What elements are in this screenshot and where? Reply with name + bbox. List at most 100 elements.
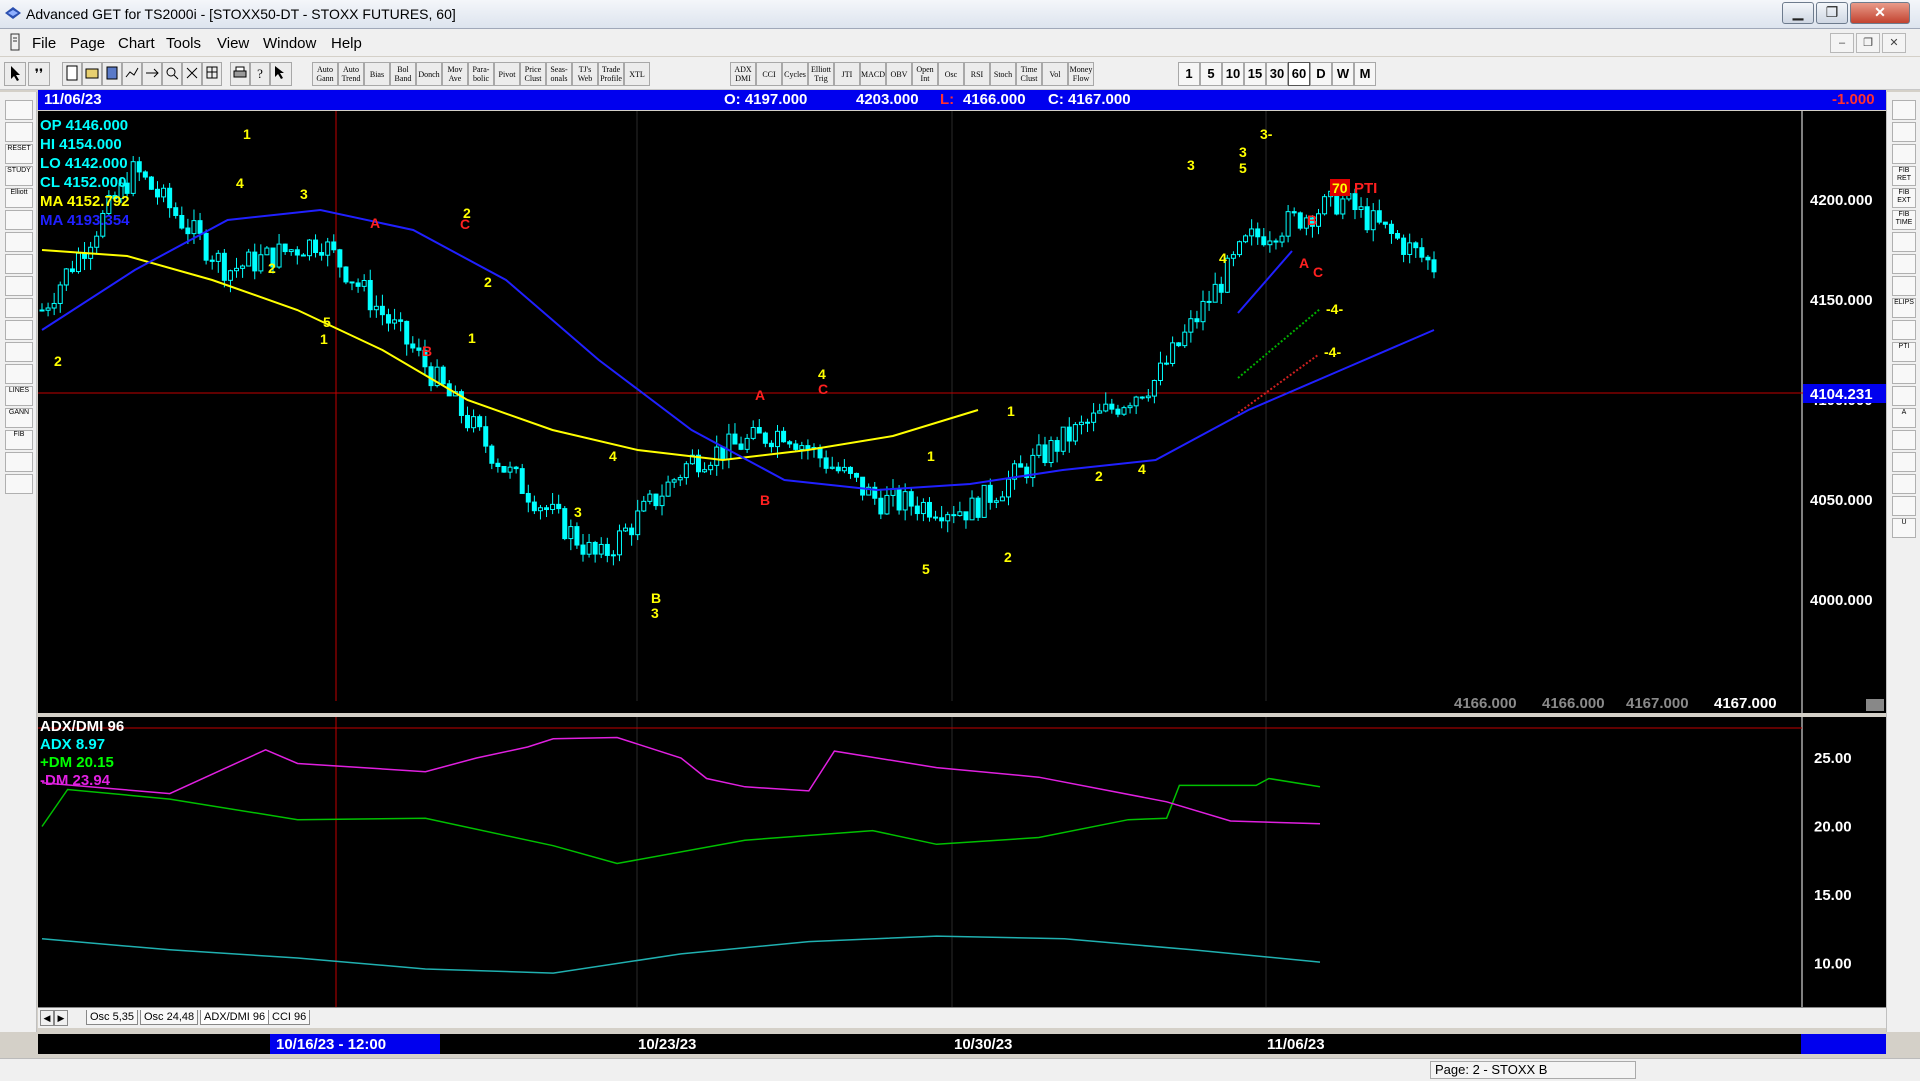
indicator-button-money-flow[interactable]: Money Flow <box>1068 62 1094 86</box>
indicator-button-stoch[interactable]: Stoch <box>990 62 1016 86</box>
study-button-pivot[interactable]: Pivot <box>494 62 520 86</box>
right-tool-8-icon[interactable] <box>1892 276 1916 296</box>
study-button-auto-gann[interactable]: Auto Gann <box>312 62 338 86</box>
delete-icon[interactable] <box>182 62 202 86</box>
chart-icon[interactable] <box>122 62 142 86</box>
right-tool-17-icon[interactable] <box>1892 474 1916 494</box>
tab-scroll-right[interactable]: ▶ <box>54 1010 68 1026</box>
right-tool-10-icon[interactable] <box>1892 320 1916 340</box>
context-help-icon[interactable] <box>270 62 292 86</box>
new-icon[interactable] <box>62 62 82 86</box>
indicator-button-jti[interactable]: JTI <box>834 62 860 86</box>
timeframe-button-1[interactable]: 1 <box>1178 62 1200 86</box>
print-icon[interactable] <box>230 62 250 86</box>
left-tool-14-icon[interactable]: GANN <box>5 408 33 428</box>
left-tool-13-icon[interactable]: LINES <box>5 386 33 406</box>
menu-tools[interactable]: Tools <box>166 35 201 52</box>
close-button[interactable]: ✕ <box>1850 2 1910 24</box>
menu-page[interactable]: Page <box>70 35 105 52</box>
right-tool-19-icon[interactable]: U <box>1892 518 1916 538</box>
right-tool-16-icon[interactable] <box>1892 452 1916 472</box>
right-tool-18-icon[interactable] <box>1892 496 1916 516</box>
indicator-button-vol[interactable]: Vol <box>1042 62 1068 86</box>
timeframe-button-m[interactable]: M <box>1354 62 1376 86</box>
left-tool-11-icon[interactable] <box>5 342 33 362</box>
study-button-bol-band[interactable]: Bol Band <box>390 62 416 86</box>
left-tool-16-icon[interactable] <box>5 452 33 472</box>
open-icon[interactable] <box>82 62 102 86</box>
right-tool-9-icon[interactable]: ELIPS <box>1892 298 1916 318</box>
timeframe-button-30[interactable]: 30 <box>1266 62 1288 86</box>
study-button-tj-s-web[interactable]: TJ's Web <box>572 62 598 86</box>
price-chart[interactable]: 2143251A C2B2143B3AB4C1251234533-BAC-4--4… <box>38 111 1886 713</box>
right-tool-7-icon[interactable] <box>1892 254 1916 274</box>
tab-osc-5-35[interactable]: Osc 5,35 <box>86 1010 139 1025</box>
right-tool-3-icon[interactable]: FIB RET <box>1892 166 1916 186</box>
timeframe-button-w[interactable]: W <box>1332 62 1354 86</box>
timeframe-button-d[interactable]: D <box>1310 62 1332 86</box>
right-tool-13-icon[interactable] <box>1892 386 1916 406</box>
tab-scroll-left[interactable]: ◀ <box>40 1010 54 1026</box>
right-tool-6-icon[interactable] <box>1892 232 1916 252</box>
right-tool-5-icon[interactable]: FIB TIME <box>1892 210 1916 230</box>
left-tool-12-icon[interactable] <box>5 364 33 384</box>
left-tool-10-icon[interactable] <box>5 320 33 340</box>
mdi-minimize-button[interactable]: – <box>1830 33 1854 53</box>
indicator-button-macd[interactable]: MACD <box>860 62 886 86</box>
indicator-button-time-clust[interactable]: Time Clust <box>1016 62 1042 86</box>
timeframe-button-5[interactable]: 5 <box>1200 62 1222 86</box>
right-tool-14-icon[interactable]: A <box>1892 408 1916 428</box>
indicator-button-open-int[interactable]: Open Int <box>912 62 938 86</box>
menu-chart[interactable]: Chart <box>118 35 155 52</box>
study-button-price-clust[interactable]: Price Clust <box>520 62 546 86</box>
indicator-button-cycles[interactable]: Cycles <box>782 62 808 86</box>
mdi-close-button[interactable]: ✕ <box>1882 33 1906 53</box>
menu-file[interactable]: File <box>32 35 56 52</box>
scroll-icon[interactable] <box>142 62 162 86</box>
study-button-trade-profile[interactable]: Trade Profile <box>598 62 624 86</box>
indicator-button-rsi[interactable]: RSI <box>964 62 990 86</box>
left-tool-4-icon[interactable]: Elliott <box>5 188 33 208</box>
left-tool-9-icon[interactable] <box>5 298 33 318</box>
zoom-icon[interactable] <box>162 62 182 86</box>
menu-window[interactable]: Window <box>263 35 316 52</box>
right-tool-4-icon[interactable]: FIB EXT <box>1892 188 1916 208</box>
study-button-donch[interactable]: Donch <box>416 62 442 86</box>
right-tool-15-icon[interactable] <box>1892 430 1916 450</box>
timeframe-button-15[interactable]: 15 <box>1244 62 1266 86</box>
study-button-seas-onals[interactable]: Seas-onals <box>546 62 572 86</box>
left-tool-15-icon[interactable]: FIB <box>5 430 33 450</box>
quote-tool-icon[interactable]: ❜❜ <box>28 62 50 86</box>
save-icon[interactable] <box>102 62 122 86</box>
tab-osc-24-48[interactable]: Osc 24,48 <box>140 1010 199 1025</box>
left-tool-17-icon[interactable] <box>5 474 33 494</box>
indicator-button-adx-dmi[interactable]: ADX DMI <box>730 62 756 86</box>
indicator-button-elliott-trig[interactable]: Elliott Trig <box>808 62 834 86</box>
timeframe-button-60[interactable]: 60 <box>1288 62 1310 86</box>
study-button-auto-trend[interactable]: Auto Trend <box>338 62 364 86</box>
left-tool-0-icon[interactable] <box>5 100 33 120</box>
left-tool-6-icon[interactable] <box>5 232 33 252</box>
help-icon[interactable]: ? <box>250 62 270 86</box>
study-button-xtl[interactable]: XTL <box>624 62 650 86</box>
left-tool-8-icon[interactable] <box>5 276 33 296</box>
indicator-button-osc[interactable]: Osc <box>938 62 964 86</box>
restore-button[interactable]: ❐ <box>1816 2 1848 24</box>
left-tool-7-icon[interactable] <box>5 254 33 274</box>
left-tool-5-icon[interactable] <box>5 210 33 230</box>
menu-view[interactable]: View <box>217 35 249 52</box>
study-button-bias[interactable]: Bias <box>364 62 390 86</box>
minimize-button[interactable]: ▁ <box>1782 2 1814 24</box>
right-tool-1-icon[interactable] <box>1892 122 1916 142</box>
right-tool-0-icon[interactable] <box>1892 100 1916 120</box>
timeframe-button-10[interactable]: 10 <box>1222 62 1244 86</box>
right-tool-12-icon[interactable] <box>1892 364 1916 384</box>
pointer-tool-icon[interactable] <box>4 62 26 86</box>
indicator-button-obv[interactable]: OBV <box>886 62 912 86</box>
right-tool-2-icon[interactable] <box>1892 144 1916 164</box>
left-tool-2-icon[interactable]: RESET <box>5 144 33 164</box>
left-tool-1-icon[interactable] <box>5 122 33 142</box>
menu-help[interactable]: Help <box>331 35 362 52</box>
right-tool-11-icon[interactable]: PTI <box>1892 342 1916 362</box>
adx-dmi-panel[interactable]: ADX/DMI 96 ADX 8.97 +DM 20.15 -DM 23.94 … <box>38 717 1886 1007</box>
